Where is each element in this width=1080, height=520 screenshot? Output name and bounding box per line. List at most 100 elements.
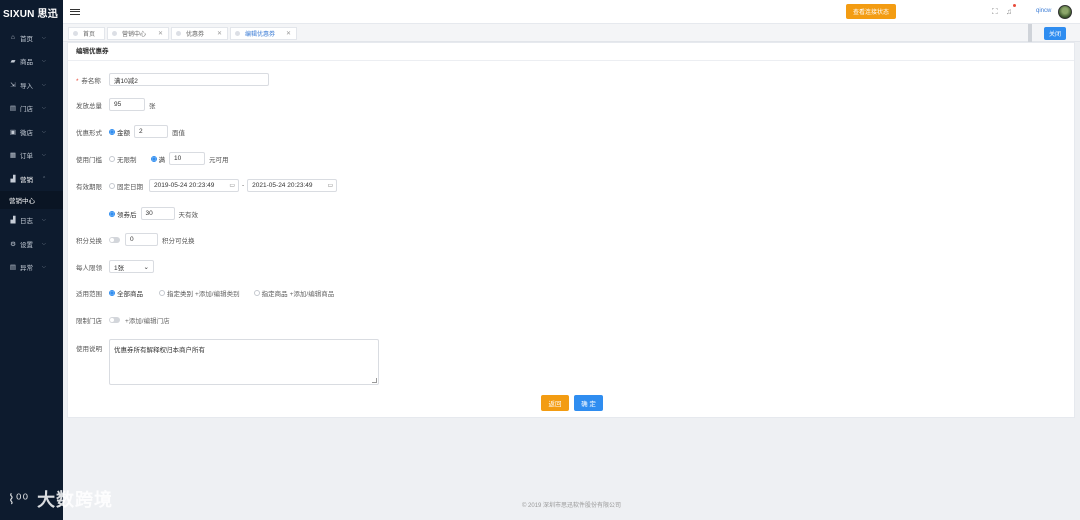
- discount-label: 优惠形式: [76, 129, 102, 137]
- validity-days-input[interactable]: 30: [140, 207, 175, 220]
- required-mark: *: [76, 77, 79, 85]
- sidebar-item-label: 设置: [20, 241, 33, 249]
- points-input[interactable]: 0: [125, 233, 158, 246]
- tab-marketing-center[interactable]: 营销中心 ✕: [107, 27, 169, 40]
- threshold-input[interactable]: 10: [169, 152, 205, 165]
- name-input[interactable]: 满10减2: [109, 73, 269, 86]
- name-label: * 券名称: [76, 77, 101, 85]
- date-separator: -: [242, 182, 245, 189]
- threshold-label: 使用门槛: [76, 156, 102, 164]
- sidebar-item-settings[interactable]: ⚙ 设置 ⌵: [0, 232, 63, 256]
- chevron-up-icon: ⌃: [42, 175, 47, 182]
- row-discount: 优惠形式 金额 2 面值: [76, 125, 185, 138]
- tab-home[interactable]: 首页: [68, 27, 105, 40]
- chevron-down-icon: ⌄: [143, 263, 149, 271]
- watermark-logo-icon: ⌇⁰⁰: [8, 490, 30, 507]
- chevron-down-icon: ⌵: [42, 240, 46, 247]
- page-title: 编辑优惠券: [68, 43, 1074, 61]
- close-icon[interactable]: ✕: [158, 30, 163, 37]
- sidebar: SIXUN 思迅 ⌂ 首页 ⌵ ▰ 商品 ⌵ ⇲ 导入 ⌵ ▤ 门店 ⌵ ▣ 微店 ⌵ ▦ 订单 ⌵ ▟…: [0, 0, 63, 520]
- scope-category-radio[interactable]: 指定类别: [159, 288, 193, 298]
- goods-icon: ▰: [10, 58, 16, 66]
- sidebar-item-log[interactable]: ▟ 日志 ⌵: [0, 209, 63, 233]
- edit-coupon-card: 编辑优惠券 * 券名称 满10减2 发放总量 95 张 优惠形式 金额 2 面值…: [67, 42, 1075, 418]
- threshold-none-radio[interactable]: 无限制: [109, 154, 137, 164]
- limit-select[interactable]: 1张 ⌄: [109, 260, 154, 273]
- close-tab-button[interactable]: 关闭: [1044, 27, 1066, 40]
- sidebar-item-order[interactable]: ▦ 订单 ⌵: [0, 144, 63, 168]
- sidebar-item-label: 首页: [20, 35, 33, 43]
- user-name[interactable]: qincw: [1036, 8, 1051, 14]
- sidebar-item-label: 异常: [20, 265, 33, 273]
- sidebar-item-store[interactable]: ▤ 门店 ⌵: [0, 97, 63, 121]
- log-icon: ▟: [10, 217, 16, 225]
- sidebar-item-label: 营销: [20, 176, 33, 184]
- sidebar-item-wechat-store[interactable]: ▣ 微店 ⌵: [0, 120, 63, 144]
- sidebar-item-marketing[interactable]: ▟ 营销 ⌃: [0, 167, 63, 191]
- points-toggle[interactable]: [109, 236, 120, 243]
- chevron-down-icon: ⌵: [42, 217, 46, 224]
- add-store-link[interactable]: +添加/编辑门店: [125, 315, 170, 325]
- sidebar-subitem-marketing-center[interactable]: 营销中心: [0, 190, 63, 209]
- tabs-bar: 首页 营销中心 ✕ 优惠券 ✕ 编辑优惠券 ✕: [63, 24, 1080, 42]
- confirm-button[interactable]: 确 定: [574, 395, 603, 411]
- tab-dot-icon: [176, 31, 181, 36]
- sidebar-item-goods[interactable]: ▰ 商品 ⌵: [0, 50, 63, 74]
- back-button[interactable]: 返回: [541, 395, 569, 411]
- validity-fixed-radio[interactable]: 固定日期: [109, 181, 143, 191]
- fullscreen-icon[interactable]: ⛶: [992, 7, 998, 17]
- date-end-input[interactable]: 2021-05-24 20:23:49 ▭: [247, 179, 338, 192]
- threshold-full-radio[interactable]: 满: [150, 154, 165, 164]
- scope-all-radio[interactable]: 全部商品: [109, 288, 143, 298]
- description-label: 使用说明: [76, 346, 102, 353]
- description-textarea[interactable]: 优惠券所有解释权归本商户所有: [109, 339, 379, 385]
- tab-label: 优惠券: [186, 32, 205, 38]
- marketing-icon: ▟: [10, 175, 16, 183]
- avatar[interactable]: [1058, 5, 1072, 19]
- points-unit: 积分可兑换: [162, 237, 195, 245]
- close-icon[interactable]: ✕: [217, 30, 222, 37]
- discount-unit: 面值: [172, 129, 185, 137]
- sidebar-item-label: 日志: [20, 218, 33, 226]
- row-description: 使用说明 优惠券所有解释权归本商户所有: [76, 339, 379, 385]
- validity-after-radio[interactable]: 领券后: [109, 209, 137, 219]
- tab-edit-coupon[interactable]: 编辑优惠券 ✕: [230, 27, 297, 40]
- discount-amount-radio[interactable]: 金额: [109, 127, 130, 137]
- close-icon[interactable]: ✕: [286, 30, 291, 37]
- validity-days-unit: 天有效: [178, 211, 199, 219]
- chevron-down-icon: ⌵: [42, 128, 46, 135]
- row-threshold: 使用门槛 无限制 满 10 元可用: [76, 152, 229, 165]
- scope-goods-radio[interactable]: 指定商品: [253, 288, 288, 298]
- add-goods-link[interactable]: +添加/编辑商品: [290, 288, 335, 298]
- tab-coupon[interactable]: 优惠券 ✕: [171, 27, 228, 40]
- sidebar-item-abnormal[interactable]: ▤ 异常 ⌵: [0, 256, 63, 280]
- store-icon: ▤: [9, 105, 17, 113]
- abnormal-icon: ▤: [9, 264, 17, 272]
- footer-copyright: © 2019 深圳市思迅软件股份有限公司: [521, 503, 622, 509]
- watermark-text: 大数跨境: [37, 490, 114, 510]
- total-input[interactable]: 95: [109, 98, 145, 111]
- tab-dot-icon: [112, 31, 117, 36]
- store-toggle[interactable]: [109, 317, 120, 323]
- limit-label: 每人限领: [76, 264, 102, 272]
- wechat-store-icon: ▣: [9, 128, 17, 136]
- tabs-scroll-handle[interactable]: [1028, 24, 1032, 42]
- import-icon: ⇲: [10, 81, 16, 89]
- chevron-down-icon: ⌵: [42, 34, 46, 41]
- hamburger-menu-icon[interactable]: [70, 8, 80, 15]
- sidebar-subitem-label: 营销中心: [9, 197, 35, 205]
- chevron-down-icon: ⌵: [42, 152, 46, 159]
- chevron-down-icon: ⌵: [42, 81, 46, 88]
- discount-input[interactable]: 2: [134, 125, 168, 138]
- sidebar-item-import[interactable]: ⇲ 导入 ⌵: [0, 73, 63, 97]
- chevron-down-icon: ⌵: [42, 105, 46, 112]
- brand-logo: SIXUN 思迅: [3, 8, 58, 20]
- calendar-icon: ▭: [229, 183, 235, 189]
- sidebar-item-label: 微店: [20, 129, 33, 137]
- bell-icon[interactable]: ♫: [1006, 7, 1012, 16]
- check-connection-button[interactable]: 查看连接状态: [846, 4, 896, 19]
- add-category-link[interactable]: +添加/编辑类别: [195, 288, 240, 298]
- sidebar-item-home[interactable]: ⌂ 首页 ⌵: [0, 26, 63, 50]
- date-start-input[interactable]: 2019-05-24 20:23:49 ▭: [149, 179, 239, 192]
- settings-icon: ⚙: [10, 240, 16, 248]
